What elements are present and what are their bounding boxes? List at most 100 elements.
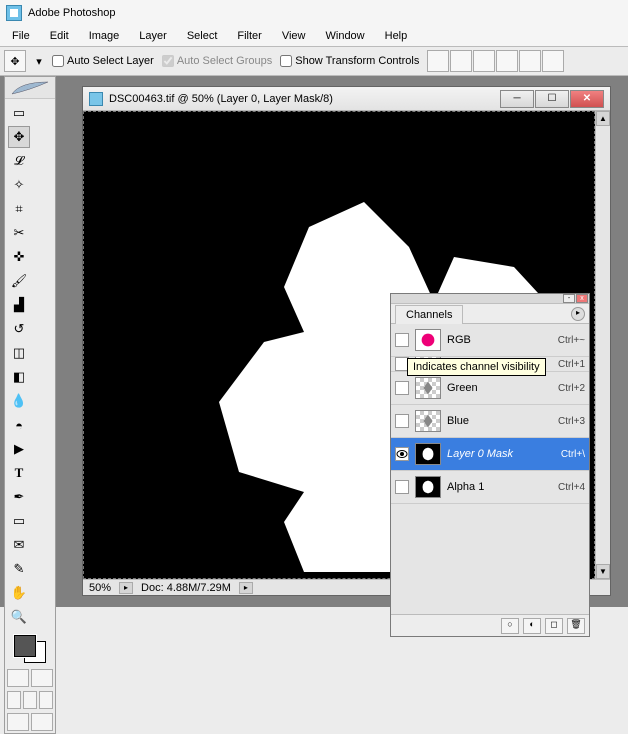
channels-panel: - x Channels ▸ RGB Ctrl+~ Red Ctrl+1 xyxy=(390,293,590,637)
dodge-tool[interactable]: ◓ xyxy=(8,414,30,436)
align-btn-2[interactable] xyxy=(450,50,472,72)
menu-window[interactable]: Window xyxy=(316,28,375,44)
heal-tool[interactable]: ✜ xyxy=(8,246,30,268)
screen-full[interactable] xyxy=(39,691,53,709)
menu-filter[interactable]: Filter xyxy=(227,28,271,44)
menu-select[interactable]: Select xyxy=(177,28,228,44)
jump-to-go[interactable] xyxy=(31,713,53,731)
auto-select-groups-checkbox[interactable]: Auto Select Groups xyxy=(162,55,272,67)
menu-help[interactable]: Help xyxy=(375,28,418,44)
wand-tool[interactable]: ✧ xyxy=(8,174,30,196)
align-btn-4[interactable] xyxy=(496,50,518,72)
app-titlebar: Adobe Photoshop xyxy=(0,0,628,26)
channel-thumb xyxy=(415,476,441,498)
load-selection-button[interactable]: ○ xyxy=(501,618,519,634)
stamp-tool[interactable]: ▟ xyxy=(8,294,30,316)
photoshop-icon xyxy=(6,5,22,21)
tool-grid: ▭ ✥ 𝓛 ✧ ⌗ ✂ ✜ 🖌 ▟ ↺ ◫ ◧ 💧 ◓ ▶ T ✒ ▭ ✉ ✎ … xyxy=(5,99,55,631)
minimize-button[interactable]: ─ xyxy=(500,90,534,108)
crop-tool[interactable]: ⌗ xyxy=(8,198,30,220)
zoom-tool[interactable]: 🔍 xyxy=(8,606,30,628)
channel-blue[interactable]: Blue Ctrl+3 xyxy=(391,405,589,438)
pen-tool[interactable]: ✒ xyxy=(8,486,30,508)
align-btn-6[interactable] xyxy=(542,50,564,72)
panel-titlebar[interactable]: - x xyxy=(391,294,589,304)
visibility-toggle[interactable] xyxy=(395,414,409,428)
menu-view[interactable]: View xyxy=(272,28,316,44)
toolbox-handle[interactable] xyxy=(5,77,55,99)
options-bar: ✥ ▾ Auto Select Layer Auto Select Groups… xyxy=(0,46,628,76)
visibility-toggle[interactable] xyxy=(395,333,409,347)
vertical-scrollbar[interactable]: ▲ ▼ xyxy=(595,111,610,579)
status-menu-icon-2[interactable]: ▸ xyxy=(239,582,253,594)
channel-thumb xyxy=(415,410,441,432)
align-btn-3[interactable] xyxy=(473,50,495,72)
channel-green[interactable]: Green Ctrl+2 xyxy=(391,372,589,405)
zoom-level[interactable]: 50% xyxy=(89,582,111,594)
brush-tool[interactable]: 🖌 xyxy=(8,270,30,292)
new-channel-button[interactable]: ◻ xyxy=(545,618,563,634)
type-tool[interactable]: T xyxy=(8,462,30,484)
slice-tool[interactable]: ✂ xyxy=(8,222,30,244)
scroll-up-icon[interactable]: ▲ xyxy=(596,111,610,126)
align-buttons xyxy=(427,50,564,72)
channel-thumb xyxy=(415,329,441,351)
history-brush-tool[interactable]: ↺ xyxy=(8,318,30,340)
tooltip: Indicates channel visibility xyxy=(407,358,546,376)
panel-footer: ○ ◐ ◻ 🗑 xyxy=(391,614,589,636)
gradient-tool[interactable]: ◧ xyxy=(8,366,30,388)
marquee-tool[interactable]: ▭ xyxy=(8,102,30,124)
panel-menu-icon[interactable]: ▸ xyxy=(571,307,585,321)
document-icon xyxy=(89,92,103,106)
auto-select-layer-checkbox[interactable]: Auto Select Layer xyxy=(52,55,154,67)
screen-std[interactable] xyxy=(7,691,21,709)
workspace: ▭ ✥ 𝓛 ✧ ⌗ ✂ ✜ 🖌 ▟ ↺ ◫ ◧ 💧 ◓ ▶ T ✒ ▭ ✉ ✎ … xyxy=(0,76,628,607)
foreground-color[interactable] xyxy=(14,635,36,657)
hand-tool[interactable]: ✋ xyxy=(8,582,30,604)
screen-full-menu[interactable] xyxy=(23,691,37,709)
move-tool[interactable]: ✥ xyxy=(8,126,30,148)
channel-thumb xyxy=(415,443,441,465)
eyedropper-tool[interactable]: ✎ xyxy=(8,558,30,580)
menu-image[interactable]: Image xyxy=(79,28,130,44)
panel-tab-strip: Channels ▸ xyxy=(391,304,589,324)
path-select-tool[interactable]: ▶ xyxy=(8,438,30,460)
toolbox: ▭ ✥ 𝓛 ✧ ⌗ ✂ ✜ 🖌 ▟ ↺ ◫ ◧ 💧 ◓ ▶ T ✒ ▭ ✉ ✎ … xyxy=(4,76,56,734)
visibility-toggle[interactable] xyxy=(395,381,409,395)
tool-dropdown-icon[interactable]: ▾ xyxy=(34,55,44,68)
app-title: Adobe Photoshop xyxy=(28,7,115,19)
align-btn-1[interactable] xyxy=(427,50,449,72)
status-menu-icon[interactable]: ▸ xyxy=(119,582,133,594)
visibility-toggle[interactable] xyxy=(395,480,409,494)
lasso-tool[interactable]: 𝓛 xyxy=(8,150,30,172)
channel-layer0-mask[interactable]: Layer 0 Mask Ctrl+\ xyxy=(391,438,589,471)
quickmask-on[interactable] xyxy=(31,669,53,687)
blur-tool[interactable]: 💧 xyxy=(8,390,30,412)
shape-tool[interactable]: ▭ xyxy=(8,510,30,532)
notes-tool[interactable]: ✉ xyxy=(8,534,30,556)
show-transform-checkbox[interactable]: Show Transform Controls xyxy=(280,55,419,67)
channel-alpha1[interactable]: Alpha 1 Ctrl+4 xyxy=(391,471,589,504)
document-title: DSC00463.tif @ 50% (Layer 0, Layer Mask/… xyxy=(109,93,333,105)
tab-channels[interactable]: Channels xyxy=(395,305,463,324)
menu-edit[interactable]: Edit xyxy=(40,28,79,44)
menu-layer[interactable]: Layer xyxy=(129,28,177,44)
document-titlebar[interactable]: DSC00463.tif @ 50% (Layer 0, Layer Mask/… xyxy=(83,87,610,111)
panel-minimize-icon[interactable]: - xyxy=(563,294,575,303)
delete-channel-button[interactable]: 🗑 xyxy=(567,618,585,634)
quickmask-off[interactable] xyxy=(7,669,29,687)
close-button[interactable]: ✕ xyxy=(570,90,604,108)
menu-file[interactable]: File xyxy=(2,28,40,44)
channel-rgb[interactable]: RGB Ctrl+~ xyxy=(391,324,589,357)
jump-to-ir[interactable] xyxy=(7,713,29,731)
move-tool-icon[interactable]: ✥ xyxy=(4,50,26,72)
channel-thumb xyxy=(415,377,441,399)
eraser-tool[interactable]: ◫ xyxy=(8,342,30,364)
scroll-down-icon[interactable]: ▼ xyxy=(596,564,610,579)
align-btn-5[interactable] xyxy=(519,50,541,72)
save-selection-button[interactable]: ◐ xyxy=(523,618,541,634)
panel-close-icon[interactable]: x xyxy=(576,294,588,303)
maximize-button[interactable]: ☐ xyxy=(535,90,569,108)
visibility-toggle[interactable] xyxy=(395,447,409,461)
color-swatches[interactable] xyxy=(5,631,55,667)
